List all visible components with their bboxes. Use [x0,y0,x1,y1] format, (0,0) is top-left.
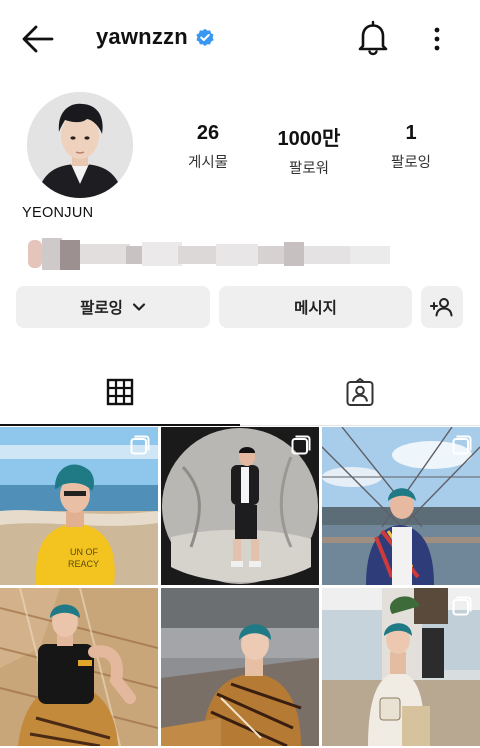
verified-badge-icon [196,28,214,46]
posts-grid: UN OF REACY [0,427,480,748]
more-vertical-icon[interactable] [426,24,448,54]
svg-text:UN OF: UN OF [70,547,99,557]
content-tabs [0,360,480,426]
arrow-left-icon[interactable] [18,22,56,56]
post-image [0,588,158,746]
profile-avatar[interactable] [27,92,133,198]
following-count: 1 [405,122,417,144]
followers-label: 팔로워 [288,161,330,177]
message-button-label: 메시지 [294,300,337,317]
stat-posts[interactable]: 26 게시물 [163,122,253,172]
profile-username: yawnzzn [96,24,188,49]
svg-text:REACY: REACY [68,559,99,569]
tagged-person-icon [346,377,374,406]
multiple-photos-icon [130,435,150,455]
post-thumbnail[interactable]: UN OF REACY [0,427,158,585]
add-person-icon [430,298,453,317]
bell-icon[interactable] [356,20,390,56]
followers-count: 1000만 [277,128,341,150]
stat-following[interactable]: 1 팔로잉 [366,122,456,172]
suggest-accounts-button[interactable] [421,286,463,328]
following-button[interactable]: 팔로잉 [16,286,210,328]
grid-icon [106,378,134,406]
following-button-label: 팔로잉 [80,300,123,317]
tab-posts-grid[interactable] [0,360,240,426]
chevron-down-icon [132,303,145,311]
post-thumbnail[interactable] [161,427,319,585]
display-name: YEONJUN [22,205,94,221]
following-label: 팔로잉 [390,155,432,171]
post-thumbnail[interactable] [161,588,319,746]
avatar-photo [27,92,133,198]
post-thumbnail[interactable] [322,427,480,585]
posts-label: 게시물 [187,155,229,171]
blurred-bio [28,238,390,270]
multiple-photos-icon [452,435,472,455]
post-thumbnail[interactable] [0,588,158,746]
stat-followers[interactable]: 1000만 팔로워 [264,122,354,178]
posts-count: 26 [196,122,220,144]
multiple-photos-icon [452,596,472,616]
message-button[interactable]: 메시지 [219,286,412,328]
top-bar: yawnzzn [0,0,480,78]
post-thumbnail[interactable] [322,588,480,746]
post-image [161,588,319,746]
tab-tagged[interactable] [240,360,480,426]
multiple-photos-icon [291,435,311,455]
